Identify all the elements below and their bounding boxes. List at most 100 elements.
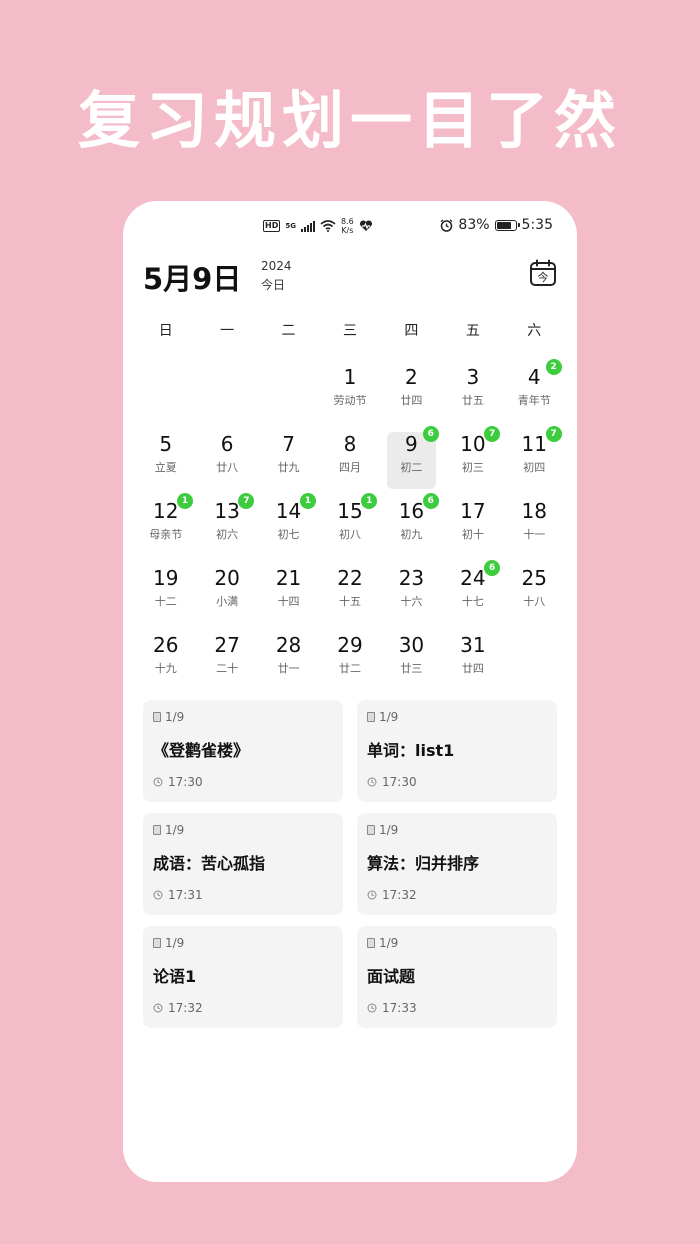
task-count-badge: 1 <box>299 493 316 509</box>
lunar-label: 初六 <box>216 528 239 541</box>
day-number: 29 <box>337 633 363 657</box>
calendar-day-14[interactable]: 14 初七 1 <box>258 493 319 560</box>
calendar-day-24[interactable]: 24 十七 6 <box>442 560 503 627</box>
day-number: 5 <box>159 432 173 456</box>
calendar-day-26[interactable]: 26 十九 <box>135 627 196 694</box>
weekday-header: 日一二三四五六 <box>135 320 565 340</box>
review-task-card[interactable]: 1/9 面试题 17:33 <box>357 926 557 1028</box>
day-number: 27 <box>214 633 240 657</box>
card-time: 17:31 <box>153 888 203 902</box>
calendar-day-15[interactable]: 15 初八 1 <box>319 493 380 560</box>
calendar-day-13[interactable]: 13 初六 7 <box>196 493 257 560</box>
calendar-day-17[interactable]: 17 初十 <box>442 493 503 560</box>
calendar-day-21[interactable]: 21 十四 <box>258 560 319 627</box>
calendar-day-12[interactable]: 12 母亲节 1 <box>135 493 196 560</box>
review-task-card[interactable]: 1/9 成语：苦心孤指 17:31 <box>143 813 343 915</box>
status-right: 83% 5:35 <box>440 217 553 233</box>
task-count-badge: 2 <box>545 359 562 375</box>
lunar-label: 十七 <box>461 595 484 608</box>
card-time-text: 17:32 <box>168 1001 203 1015</box>
clock-icon <box>367 890 377 900</box>
calendar-day-29[interactable]: 29 廿二 <box>319 627 380 694</box>
day-number: 2 <box>405 365 418 389</box>
lunar-label: 立夏 <box>154 461 177 474</box>
calendar-day-5[interactable]: 5 立夏 <box>135 426 196 493</box>
review-task-card[interactable]: 1/9 《登鹳雀楼》 17:30 <box>143 700 343 802</box>
document-icon <box>367 712 375 722</box>
calendar-day-19[interactable]: 19 十二 <box>135 560 196 627</box>
calendar-day-25[interactable]: 25 十八 <box>504 560 565 627</box>
task-count-badge: 1 <box>177 493 193 509</box>
calendar-day-27[interactable]: 27 二十 <box>196 627 257 694</box>
day-number: 23 <box>398 566 425 590</box>
day-number: 26 <box>152 633 179 657</box>
hd-icon: HD <box>263 220 281 232</box>
weekday-label: 日 <box>158 323 173 339</box>
wifi-icon <box>320 220 336 232</box>
review-task-card[interactable]: 1/9 单词：list1 17:30 <box>357 700 557 802</box>
task-count-badge: 6 <box>422 426 439 442</box>
calendar-day-18[interactable]: 18 十一 <box>504 493 565 560</box>
lunar-label: 四月 <box>338 461 361 474</box>
today-button[interactable]: 今 <box>529 259 557 287</box>
calendar-day-31[interactable]: 31 廿四 <box>442 627 503 694</box>
lunar-label: 廿二 <box>338 662 361 675</box>
lunar-label: 十五 <box>338 595 361 608</box>
calendar-day-23[interactable]: 23 十六 <box>381 560 442 627</box>
calendar-day-3[interactable]: 3 廿五 <box>442 359 503 426</box>
empty-day-cell <box>196 359 257 426</box>
signal-icon <box>300 220 315 232</box>
lunar-label: 十八 <box>523 595 546 608</box>
card-progress: 1/9 <box>367 936 398 950</box>
lunar-label: 十四 <box>277 595 300 608</box>
clock-icon <box>153 777 163 787</box>
weekday-label: 六 <box>527 323 542 339</box>
calendar-day-6[interactable]: 6 廿八 <box>196 426 257 493</box>
document-icon <box>367 825 375 835</box>
review-task-card[interactable]: 1/9 算法：归并排序 17:32 <box>357 813 557 915</box>
lunar-label: 廿八 <box>216 461 239 474</box>
calendar-day-4[interactable]: 4 青年节 2 <box>504 359 565 426</box>
calendar-day-7[interactable]: 7 廿九 <box>258 426 319 493</box>
card-count-text: 1/9 <box>379 936 399 950</box>
day-number: 6 <box>220 432 234 456</box>
calendar-today-icon: 今 <box>530 259 556 286</box>
day-number: 22 <box>337 566 363 590</box>
calendar-day-10[interactable]: 10 初三 7 <box>442 426 503 493</box>
card-time-text: 17:32 <box>382 888 417 902</box>
day-number: 8 <box>343 432 357 456</box>
card-progress: 1/9 <box>367 710 398 724</box>
calendar-day-8[interactable]: 8 四月 <box>319 426 380 493</box>
review-task-card[interactable]: 1/9 论语1 17:32 <box>143 926 343 1028</box>
selected-date: 5月9日 <box>143 262 242 296</box>
battery-percent: 83% <box>458 217 490 233</box>
weekday-label: 五 <box>465 323 480 339</box>
lunar-label: 十一 <box>523 528 546 541</box>
document-icon <box>367 938 375 948</box>
card-title: 单词：list1 <box>367 741 455 760</box>
card-time-text: 17:30 <box>168 775 203 789</box>
day-number: 21 <box>275 566 302 590</box>
calendar-day-22[interactable]: 22 十五 <box>319 560 380 627</box>
document-icon <box>153 825 161 835</box>
card-time-text: 17:33 <box>382 1001 417 1015</box>
card-title: 成语：苦心孤指 <box>153 854 266 873</box>
heart-rate-icon <box>359 220 372 231</box>
status-bar: HD 5G 8.6 K/s 83% 5:35 <box>123 201 577 251</box>
clock-icon <box>153 1003 163 1013</box>
card-time: 17:32 <box>367 888 417 902</box>
calendar-day-2[interactable]: 2 廿四 <box>381 359 442 426</box>
lunar-label: 廿四 <box>400 394 423 407</box>
calendar-day-16[interactable]: 16 初九 6 <box>381 493 442 560</box>
calendar-day-20[interactable]: 20 小满 <box>196 560 257 627</box>
card-title: 面试题 <box>367 967 416 986</box>
calendar-day-9[interactable]: 9 初二 6 <box>381 426 442 493</box>
lunar-label: 廿四 <box>461 662 484 675</box>
calendar-day-28[interactable]: 28 廿一 <box>258 627 319 694</box>
calendar-day-30[interactable]: 30 廿三 <box>381 627 442 694</box>
calendar-grid: 1 劳动节 2 廿四 3 廿五 4 青年节 2 5 立夏 6 廿八 7 廿九 8 四月 9 初二 6 10 初三 7 11 初四… <box>135 359 565 694</box>
calendar-day-11[interactable]: 11 初四 7 <box>504 426 565 493</box>
card-count-text: 1/9 <box>379 823 399 837</box>
calendar-day-1[interactable]: 1 劳动节 <box>319 359 380 426</box>
day-number: 18 <box>521 499 547 523</box>
